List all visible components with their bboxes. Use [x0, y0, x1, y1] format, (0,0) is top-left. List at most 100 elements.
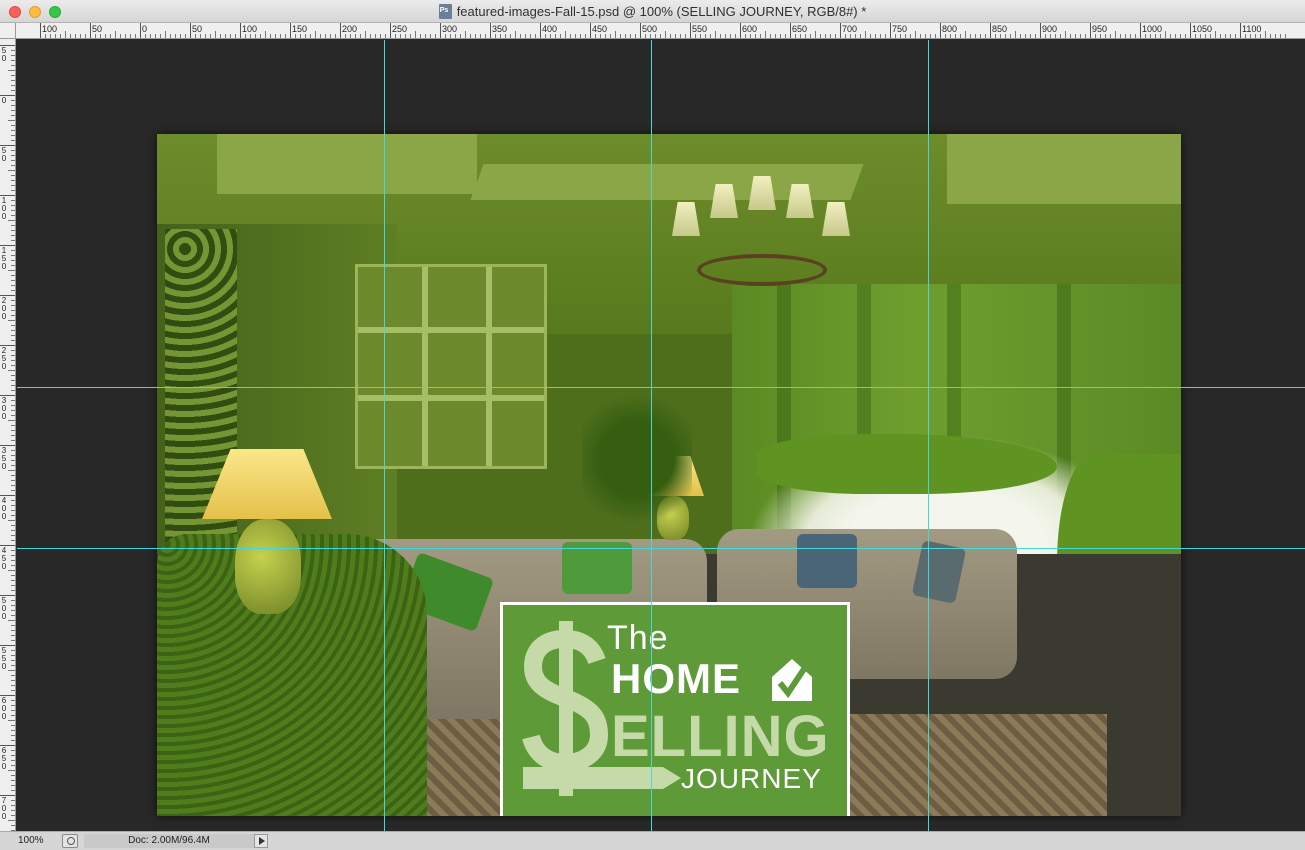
ruler-minor-tick — [625, 34, 626, 38]
ruler-minor-tick — [11, 605, 15, 606]
ruler-minor-tick — [8, 720, 15, 721]
ruler-minor-tick — [11, 305, 15, 306]
ruler-minor-tick — [335, 34, 336, 38]
ruler-minor-tick — [175, 34, 176, 38]
ruler-minor-tick — [835, 34, 836, 38]
ruler-minor-tick — [11, 255, 15, 256]
ruler-minor-tick — [11, 275, 15, 276]
ruler-minor-tick — [11, 615, 15, 616]
ruler-minor-tick — [815, 31, 816, 38]
ruler-minor-tick — [330, 34, 331, 38]
ruler-minor-tick — [800, 34, 801, 38]
ruler-major-tick — [90, 23, 91, 38]
ruler-label: 0 — [142, 24, 148, 34]
logo-the: The — [607, 619, 669, 657]
ruler-minor-tick — [11, 460, 15, 461]
ruler-minor-tick — [11, 440, 15, 441]
vertical-guide[interactable] — [651, 40, 652, 831]
ruler-minor-tick — [675, 34, 676, 38]
ruler-minor-tick — [11, 485, 15, 486]
horizontal-guide[interactable] — [17, 387, 1305, 388]
ruler-minor-tick — [895, 34, 896, 38]
ruler-minor-tick — [120, 34, 121, 38]
ruler-minor-tick — [550, 34, 551, 38]
document-canvas[interactable]: The HOME ELLING JOURNEY — [157, 134, 1181, 816]
ruler-minor-tick — [100, 34, 101, 38]
proof-setup-icon[interactable] — [62, 834, 78, 848]
ruler-minor-tick — [11, 260, 15, 261]
ruler-minor-tick — [11, 400, 15, 401]
ruler-minor-tick — [11, 565, 15, 566]
ruler-minor-tick — [1025, 34, 1026, 38]
ruler-minor-tick — [630, 34, 631, 38]
ruler-minor-tick — [265, 31, 266, 38]
pasteboard[interactable]: The HOME ELLING JOURNEY — [17, 40, 1305, 831]
ruler-minor-tick — [665, 31, 666, 38]
ruler-major-tick — [240, 23, 241, 38]
ruler-minor-tick — [11, 115, 15, 116]
ruler-label: 950 — [1092, 24, 1108, 34]
ruler-minor-tick — [285, 34, 286, 38]
ruler-minor-tick — [555, 34, 556, 38]
ruler-minor-tick — [700, 34, 701, 38]
chandelier-ring — [697, 254, 827, 286]
ruler-minor-tick — [500, 34, 501, 38]
ruler-label: 100 — [242, 24, 258, 34]
ruler-minor-tick — [11, 230, 15, 231]
zoom-level-field[interactable]: 100% — [4, 834, 56, 848]
ruler-minor-tick — [1115, 31, 1116, 38]
ruler-minor-tick — [11, 160, 15, 161]
ruler-minor-tick — [585, 34, 586, 38]
vertical-ruler[interactable]: 5005010015020025030035040045050055060065… — [0, 39, 16, 831]
ruler-minor-tick — [11, 300, 15, 301]
ruler-minor-tick — [685, 34, 686, 38]
ruler-minor-tick — [1030, 34, 1031, 38]
ruler-minor-tick — [935, 34, 936, 38]
ruler-minor-tick — [80, 34, 81, 38]
vertical-guide[interactable] — [928, 40, 929, 831]
ruler-minor-tick — [11, 675, 15, 676]
ruler-minor-tick — [11, 65, 15, 66]
ruler-label: 600 — [1, 696, 7, 721]
vertical-guide[interactable] — [384, 40, 385, 831]
ruler-minor-tick — [1050, 34, 1051, 38]
shelf — [358, 327, 544, 333]
ruler-minor-tick — [11, 690, 15, 691]
ruler-minor-tick — [135, 34, 136, 38]
ruler-minor-tick — [810, 34, 811, 38]
ruler-minor-tick — [11, 635, 15, 636]
ruler-minor-tick — [11, 90, 15, 91]
ruler-minor-tick — [11, 210, 15, 211]
ruler-minor-tick — [1200, 34, 1201, 38]
ruler-minor-tick — [305, 34, 306, 38]
ruler-minor-tick — [855, 34, 856, 38]
horizontal-guide[interactable] — [17, 548, 1305, 549]
ruler-minor-tick — [775, 34, 776, 38]
ruler-minor-tick — [225, 34, 226, 38]
ruler-minor-tick — [355, 34, 356, 38]
ruler-minor-tick — [1205, 34, 1206, 38]
ruler-label: 200 — [1, 296, 7, 321]
ruler-minor-tick — [11, 600, 15, 601]
horizontal-ruler[interactable]: 100 50 0 50 100 150 200 250 300 350 400 450 500 550 60… — [16, 23, 1305, 39]
ruler-minor-tick — [11, 560, 15, 561]
ruler-minor-tick — [605, 34, 606, 38]
ruler-minor-tick — [510, 34, 511, 38]
ruler-minor-tick — [11, 425, 15, 426]
ruler-label: 550 — [692, 24, 708, 34]
selling-journey-logo[interactable]: The HOME ELLING JOURNEY — [500, 602, 850, 816]
title-bar[interactable]: featured-images-Fall-15.psd @ 100% (SELL… — [0, 0, 1305, 23]
play-arrow-icon[interactable] — [254, 834, 268, 848]
ruler-major-tick — [940, 23, 941, 38]
ruler-minor-tick — [11, 765, 15, 766]
ruler-minor-tick — [11, 555, 15, 556]
ruler-label: 50 — [192, 24, 203, 34]
ruler-minor-tick — [445, 34, 446, 38]
ruler-minor-tick — [1125, 34, 1126, 38]
ruler-origin[interactable] — [0, 23, 16, 39]
ruler-minor-tick — [565, 31, 566, 38]
chandelier-shade — [822, 202, 850, 236]
ruler-label: 700 — [842, 24, 858, 34]
ruler-major-tick — [190, 23, 191, 38]
ruler-minor-tick — [11, 450, 15, 451]
